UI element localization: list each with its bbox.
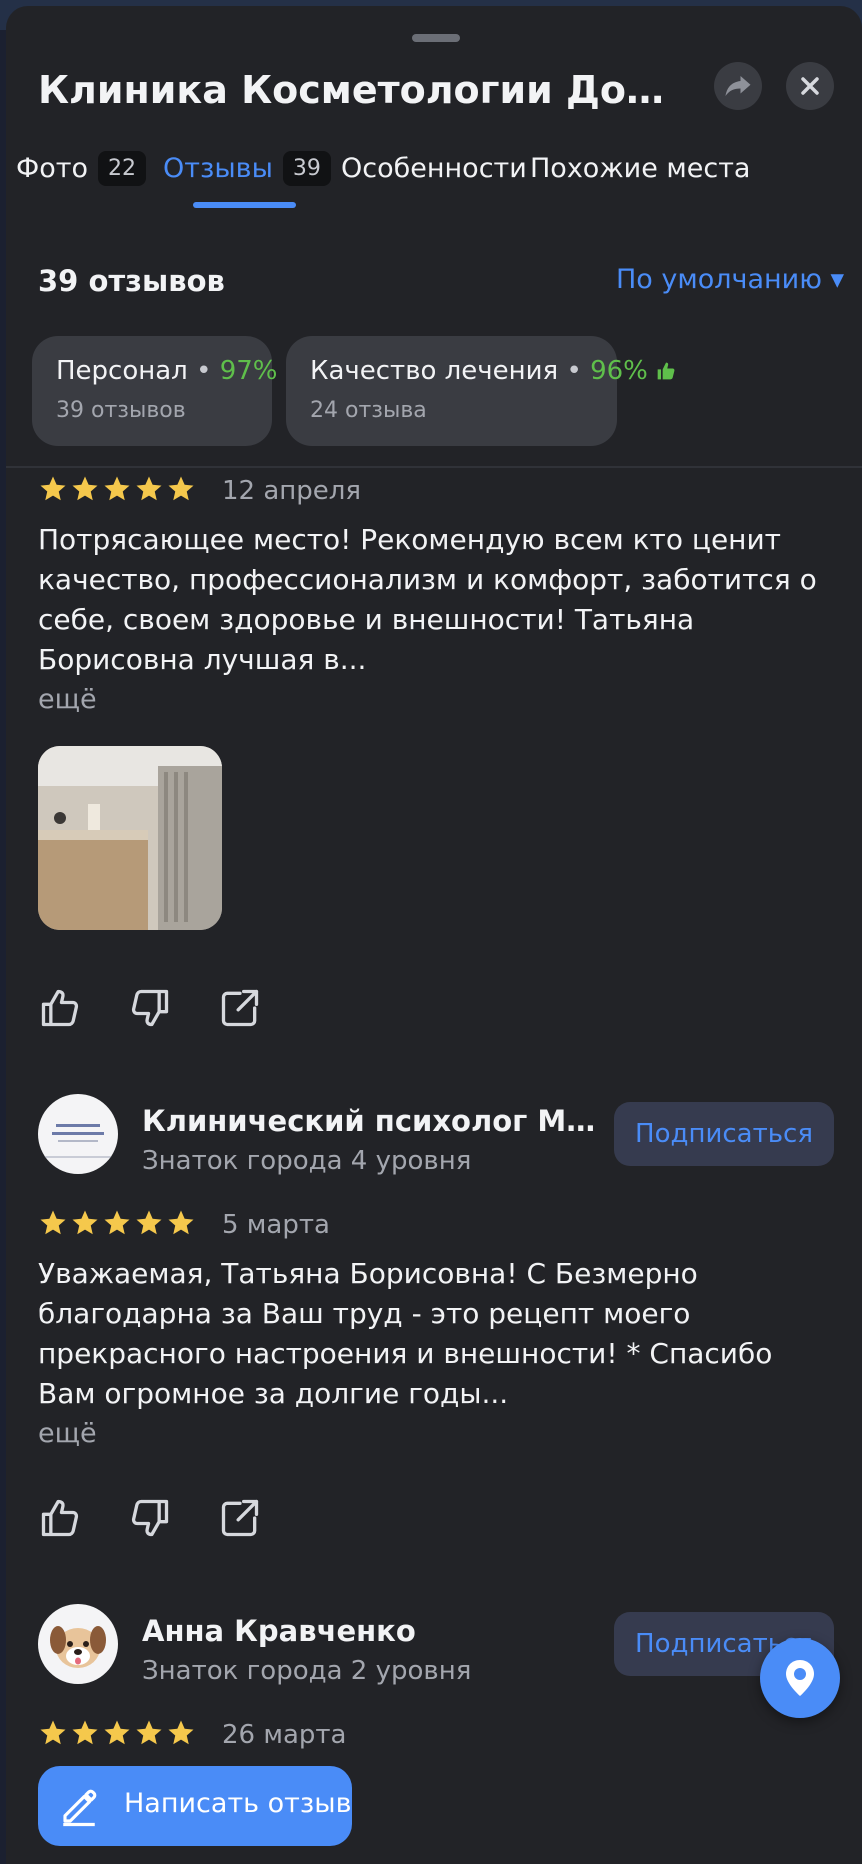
aspect-percent: 96%	[590, 356, 648, 386]
tab-features[interactable]: Особенности	[341, 146, 527, 190]
star-icon	[104, 1720, 130, 1745]
place-card-sheet: Клиника Косметологии Доктора... Фото 22 …	[6, 6, 862, 1864]
star-icon	[72, 476, 98, 501]
tab-label: Отзывы	[163, 152, 273, 184]
tab-label: Фото	[16, 152, 89, 184]
close-icon	[801, 77, 819, 95]
author-level: Знаток города 2 уровня	[142, 1656, 472, 1686]
star-icon	[168, 1210, 194, 1235]
aspect-review-count: 39 отзывов	[56, 398, 186, 423]
tab-label: Особенности	[341, 152, 527, 184]
subscribe-button[interactable]: Подписаться	[614, 1102, 834, 1166]
sort-dropdown[interactable]: По умолчанию ▾	[616, 264, 844, 295]
dislike-icon[interactable]	[128, 1496, 172, 1540]
star-icon	[40, 476, 66, 501]
star-icon	[168, 476, 194, 501]
avatar[interactable]	[38, 1094, 118, 1174]
map-pin-button[interactable]	[760, 1638, 840, 1718]
share-button[interactable]	[714, 62, 762, 110]
aspect-name: Персонал	[56, 356, 188, 386]
avatar[interactable]	[38, 1604, 118, 1684]
place-title: Клиника Косметологии Доктора...	[38, 68, 688, 112]
tab-reviews[interactable]: Отзывы 39	[163, 146, 331, 190]
write-review-label: Написать отзыв	[124, 1788, 352, 1819]
like-icon[interactable]	[38, 986, 82, 1030]
aspect-percent: 97%	[219, 356, 278, 386]
share-arrow-icon	[725, 76, 751, 96]
active-tab-indicator	[193, 202, 296, 208]
star-icon	[40, 1210, 66, 1235]
rating-stars	[38, 474, 196, 504]
star-icon	[40, 1720, 66, 1745]
tab-count-badge: 22	[98, 150, 147, 186]
review-text: Уважаемая, Татьяна Борисовна! С Безмерно…	[38, 1257, 773, 1410]
write-review-button[interactable]: Написать отзыв	[38, 1766, 352, 1846]
thumbs-up-icon	[657, 362, 675, 380]
star-icon	[104, 476, 130, 501]
share-review-icon[interactable]	[218, 986, 262, 1030]
review-more-link[interactable]: ещё	[38, 1418, 97, 1449]
tab-bar: Фото 22 Отзывы 39 Особенности Похожие ме…	[6, 146, 862, 208]
review-date: 5 марта	[222, 1210, 330, 1240]
avatar-image	[38, 1094, 118, 1174]
star-icon	[104, 1210, 130, 1235]
aspect-name: Качество лечения	[310, 356, 559, 386]
aspect-review-count: 24 отзыва	[310, 398, 427, 423]
tab-label: Похожие места	[530, 152, 751, 184]
sheet-drag-handle[interactable]	[412, 34, 460, 42]
review-photo-image	[38, 746, 222, 930]
star-icon	[72, 1210, 98, 1235]
pencil-icon	[63, 1789, 97, 1827]
aspect-separator: •	[196, 356, 212, 386]
rating-stars	[38, 1718, 196, 1748]
close-button[interactable]	[786, 62, 834, 110]
review-author-name[interactable]: Клинический психолог Мар...	[142, 1104, 602, 1138]
aspect-title: Персонал • 97%	[56, 356, 306, 386]
aspect-chip-staff[interactable]: Персонал • 97% 39 отзывов	[32, 336, 305, 446]
review-date: 26 марта	[222, 1720, 347, 1750]
dislike-icon[interactable]	[128, 986, 172, 1030]
star-icon	[136, 1210, 162, 1235]
tab-count-badge: 39	[282, 150, 331, 186]
avatar-puppy-image	[38, 1604, 118, 1684]
tab-photos[interactable]: Фото 22	[16, 146, 147, 190]
section-divider	[6, 466, 862, 468]
aspect-chip-treatment-quality[interactable]: Качество лечения • 96% 24 отзыва	[286, 336, 675, 446]
reviews-count: 39 отзывов	[38, 264, 225, 298]
tab-similar-places[interactable]: Похожие места	[530, 146, 750, 190]
map-pin-icon	[786, 1660, 814, 1696]
star-icon	[136, 1720, 162, 1745]
review-text: Потрясающее место! Рекомендую всем кто ц…	[38, 523, 817, 676]
share-review-icon[interactable]	[218, 1496, 262, 1540]
aspect-title: Качество лечения • 96%	[310, 356, 676, 386]
star-icon	[72, 1720, 98, 1745]
star-icon	[136, 476, 162, 501]
author-level: Знаток города 4 уровня	[142, 1146, 472, 1176]
aspect-separator: •	[566, 356, 582, 386]
review-date: 12 апреля	[222, 476, 362, 506]
rating-stars	[38, 1208, 196, 1238]
review-author-name[interactable]: Анна Кравченко	[142, 1614, 602, 1648]
review-more-link[interactable]: ещё	[38, 684, 97, 715]
star-icon	[168, 1720, 194, 1745]
review-photo[interactable]	[38, 746, 222, 930]
like-icon[interactable]	[38, 1496, 82, 1540]
